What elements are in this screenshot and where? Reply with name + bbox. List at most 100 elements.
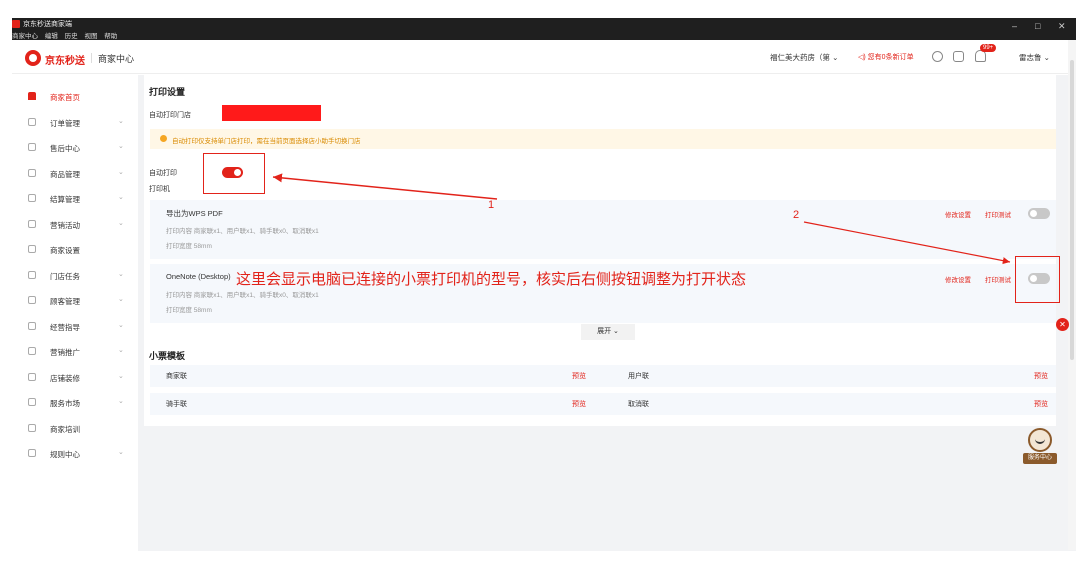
app-icon [12, 20, 20, 28]
sidebar-item-label: 服务市场 [50, 399, 80, 408]
chevron-down-icon: ⌄ [118, 220, 124, 227]
chevron-down-icon: ⌄ [118, 143, 124, 150]
preview-link[interactable]: 预览 [572, 371, 586, 381]
sidebar-item-training[interactable]: 商家培训 [12, 419, 138, 439]
sidebar-item-label: 经营指导 [50, 323, 80, 332]
order-alert-text: 您有0条新订单 [867, 54, 914, 61]
sidebar-item-label: 顾客管理 [50, 297, 80, 306]
sidebar-item-label: 营销活动 [50, 221, 80, 230]
printer-width: 打印宽度 58mm [166, 243, 212, 250]
template-row: 商家联 预览 用户联 预览 [150, 365, 1056, 387]
sidebar-item-label: 营销推广 [50, 348, 80, 357]
decoration-icon [28, 373, 36, 381]
guidance-icon [28, 322, 36, 330]
chevron-down-icon: ⌄ [118, 118, 124, 125]
close-window-button[interactable]: ✕ [1058, 21, 1066, 32]
sidebar-item-promotion[interactable]: 营销推广 ⌄ [12, 342, 138, 362]
marketing-icon [28, 220, 36, 228]
market-icon [28, 398, 36, 406]
store-name: 福仁美大药房（第 [770, 53, 830, 62]
sidebar-item-products[interactable]: 商品管理 ⌄ [12, 164, 138, 184]
template-name: 骑手联 [166, 401, 187, 408]
home-icon [28, 92, 36, 100]
sidebar-item-label: 门店任务 [50, 272, 80, 281]
highlight-box-auto-print [203, 153, 265, 194]
auto-print-label: 自动打印 [149, 170, 177, 177]
restore-button[interactable]: □ [1035, 21, 1040, 31]
printer-enable-toggle[interactable] [1028, 208, 1050, 219]
preview-link[interactable]: 预览 [1034, 371, 1048, 381]
brand-logo-icon [25, 50, 41, 66]
chevron-down-icon: ⌄ [118, 322, 124, 329]
chevron-down-icon: ⌄ [118, 169, 124, 176]
printer-content: 打印内容 商家联x1、用户联x1、骑手联x0、取消联x1 [166, 292, 319, 299]
service-center-button[interactable]: 服务中心 [1023, 428, 1057, 464]
new-order-alert[interactable]: ◁) 您有0条新订单 [858, 52, 914, 62]
expand-button[interactable]: 展开 ⌄ [581, 324, 635, 340]
gear-icon [28, 245, 36, 253]
window-title: 京东秒送商家端 [23, 21, 72, 28]
edit-settings-link[interactable]: 修改设置 [945, 274, 971, 284]
preview-link[interactable]: 预览 [572, 399, 586, 409]
menu-edit[interactable]: 编辑 [45, 33, 58, 40]
chevron-down-icon: ⌄ [118, 347, 124, 354]
sidebar-item-label: 售后中心 [50, 144, 80, 153]
store-selector[interactable]: 福仁美大药房（第 ⌄ [770, 52, 838, 63]
sidebar-item-home[interactable]: 商家首页 [12, 87, 138, 107]
sidebar-item-label: 商家培训 [50, 425, 80, 434]
sidebar-item-label: 商家首页 [50, 93, 80, 102]
preview-link[interactable]: 预览 [1034, 399, 1048, 409]
menu-history[interactable]: 历史 [65, 33, 78, 40]
annotation-number-1: 1 [488, 199, 495, 211]
sidebar-item-rules[interactable]: 规则中心 ⌄ [12, 444, 138, 464]
customers-icon [28, 296, 36, 304]
sidebar-item-label: 规则中心 [50, 450, 80, 459]
menu-merchant-center[interactable]: 商家中心 [12, 33, 38, 40]
main-content: 打印设置 自动打印门店 自动打印仅支持单门店打印，需在当前页面选择店小助手切换门… [138, 75, 1076, 551]
user-menu[interactable]: 雷志鲁 ⌄ [1019, 52, 1050, 63]
sidebar-item-decoration[interactable]: 店铺装修 ⌄ [12, 368, 138, 388]
sidebar-item-settlement[interactable]: 结算管理 ⌄ [12, 189, 138, 209]
chevron-down-icon: ⌄ [118, 398, 124, 405]
float-close-button[interactable]: ✕ [1056, 318, 1069, 331]
notification-badge: 99+ [980, 44, 997, 52]
minimize-button[interactable]: – [1012, 21, 1017, 31]
print-settings-title: 打印设置 [149, 87, 186, 97]
template-name: 用户联 [628, 373, 649, 380]
notice-text: 自动打印仅支持单门店打印，需在当前页面选择店小助手切换门店 [172, 138, 361, 145]
window-titlebar: 京东秒送商家端 商家中心 编辑 历史 视图 帮助 – □ ✕ [12, 18, 1076, 40]
sidebar-item-service-market[interactable]: 服务市场 ⌄ [12, 393, 138, 413]
chevron-down-icon: ⌄ [118, 373, 124, 380]
app-header: 京东秒送 商家中心 福仁美大药房（第 ⌄ ◁) 您有0条新订单 99+ 雷志鲁 … [12, 40, 1076, 74]
auto-print-store-label: 自动打印门店 [149, 112, 191, 119]
print-test-link[interactable]: 打印测试 [985, 274, 1011, 284]
print-test-link[interactable]: 打印测试 [985, 209, 1011, 219]
speaker-icon: ◁) [858, 54, 868, 61]
chevron-down-icon: ⌄ [118, 449, 124, 456]
receipt-templates-title: 小票模板 [149, 351, 186, 361]
training-icon [28, 424, 36, 432]
sidebar-item-customers[interactable]: 顾客管理 ⌄ [12, 291, 138, 311]
sidebar-item-after-sales[interactable]: 售后中心 ⌄ [12, 138, 138, 158]
menu-help[interactable]: 帮助 [104, 33, 117, 40]
promotion-icon [28, 347, 36, 355]
sidebar-item-guidance[interactable]: 经营指导 ⌄ [12, 317, 138, 337]
products-icon [28, 169, 36, 177]
printer-row: 导出为WPS PDF 打印内容 商家联x1、用户联x1、骑手联x0、取消联x1 … [150, 200, 1056, 259]
page-scrollbar[interactable] [1068, 40, 1076, 550]
menu-view[interactable]: 视图 [84, 33, 97, 40]
brand-divider [91, 53, 92, 63]
annotation-text: 这里会显示电脑已连接的小票打印机的型号，核实后右侧按钮调整为打开状态 [236, 270, 747, 288]
scrollbar-thumb[interactable] [1070, 60, 1074, 360]
sidebar-item-merchant-settings[interactable]: 商家设置 [12, 240, 138, 260]
sidebar-item-label: 订单管理 [50, 119, 80, 128]
edit-settings-link[interactable]: 修改设置 [945, 209, 971, 219]
tablet-icon[interactable] [953, 51, 964, 62]
sidebar-item-marketing[interactable]: 营销活动 ⌄ [12, 215, 138, 235]
highlight-box-printer-toggle [1015, 256, 1060, 303]
notice-bar: 自动打印仅支持单门店打印，需在当前页面选择店小助手切换门店 [150, 129, 1056, 149]
printer-icon[interactable] [932, 51, 943, 62]
sidebar-item-store-tasks[interactable]: 门店任务 ⌄ [12, 266, 138, 286]
sidebar-item-orders[interactable]: 订单管理 ⌄ [12, 113, 138, 133]
menu-bar: 商家中心 编辑 历史 视图 帮助 [12, 30, 122, 40]
